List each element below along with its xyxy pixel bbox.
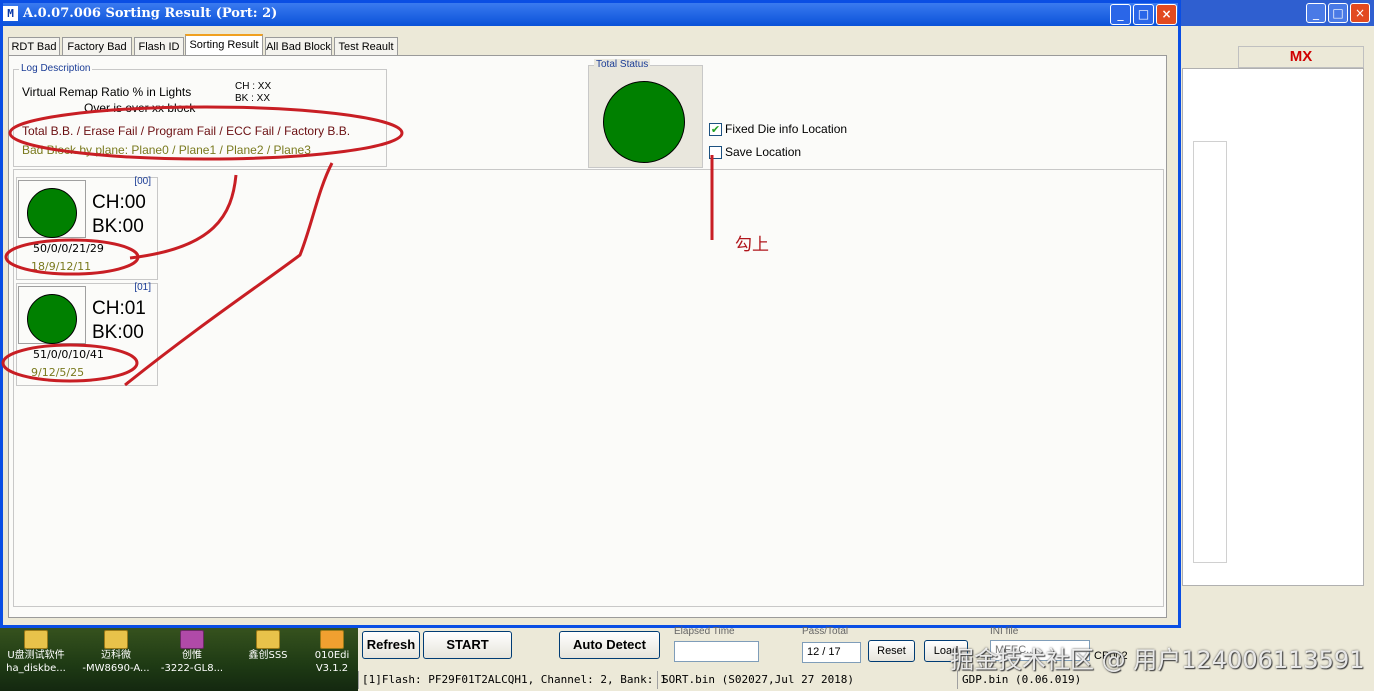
annotation-ellipse-die1 <box>1 343 139 383</box>
desktop-icon-xinchuang[interactable]: 鑫创SSS <box>234 630 302 688</box>
pass-total-label: Pass/Total <box>802 626 849 637</box>
folder-icon <box>24 630 48 649</box>
annotation-overlay <box>1 105 714 387</box>
status-separator <box>358 671 359 689</box>
desktop-icon-udisk[interactable]: U盘测试软件 ha_diskbe... <box>2 630 70 688</box>
desktop-icon-label: 鑫创SSS <box>248 650 288 661</box>
elapsed-time-label: Elapsed Time <box>674 626 735 637</box>
ini-file-label: INI file <box>990 626 1019 637</box>
desktop-icon-maikewei[interactable]: 迈科微 -MW8690-A... <box>82 630 150 688</box>
desktop-icon-sublabel: ha_diskbe... <box>6 663 66 674</box>
annotation-ellipse-die0 <box>4 238 140 276</box>
archive-icon <box>180 630 204 649</box>
status-separator <box>657 671 658 689</box>
editor-icon <box>320 630 344 649</box>
pass-total-field: 12 / 17 <box>802 642 861 663</box>
auto-detect-button[interactable]: Auto Detect <box>559 631 660 659</box>
elapsed-time-field <box>674 641 759 662</box>
desktop-background: U盘测试软件 ha_diskbe... 迈科微 -MW8690-A... 创惟 … <box>0 628 358 691</box>
status-sort-bin: SORT.bin (S02027,Jul 27 2018) <box>662 673 855 686</box>
desktop-icon-label: 010Edi <box>314 650 350 661</box>
reset-button[interactable]: Reset <box>868 640 915 662</box>
watermark-text: 掘金技术社区 @ 用户124006113591 <box>950 646 1365 674</box>
desktop-icon-label: 迈科微 <box>101 650 131 661</box>
folder-icon <box>104 630 128 649</box>
desktop-icon-sublabel: -3222-GL8... <box>160 663 224 674</box>
desktop-icon-chuangwei[interactable]: 创惟 -3222-GL8... <box>158 630 226 688</box>
annotation-connector-die0 <box>129 174 238 260</box>
start-button[interactable]: START <box>423 631 512 659</box>
desktop-icon-label: 创惟 <box>182 650 202 661</box>
desktop-icon-label: U盘测试软件 <box>7 650 65 661</box>
status-flash-info: [1]Flash: PF29F01T2ALCQH1, Channel: 2, B… <box>362 673 667 686</box>
refresh-button[interactable]: Refresh <box>362 631 420 659</box>
folder-icon <box>256 630 280 649</box>
desktop-icon-sublabel: -MW8690-A... <box>82 663 150 674</box>
desktop-icon-010editor[interactable]: 010Edi V3.1.2 <box>306 630 358 688</box>
annotation-connector-die1 <box>124 162 334 387</box>
annotation-check-text: 勾上 <box>735 235 769 255</box>
annotation-ellipse-legend <box>8 105 404 161</box>
desktop-icon-sublabel: V3.1.2 <box>315 663 349 674</box>
